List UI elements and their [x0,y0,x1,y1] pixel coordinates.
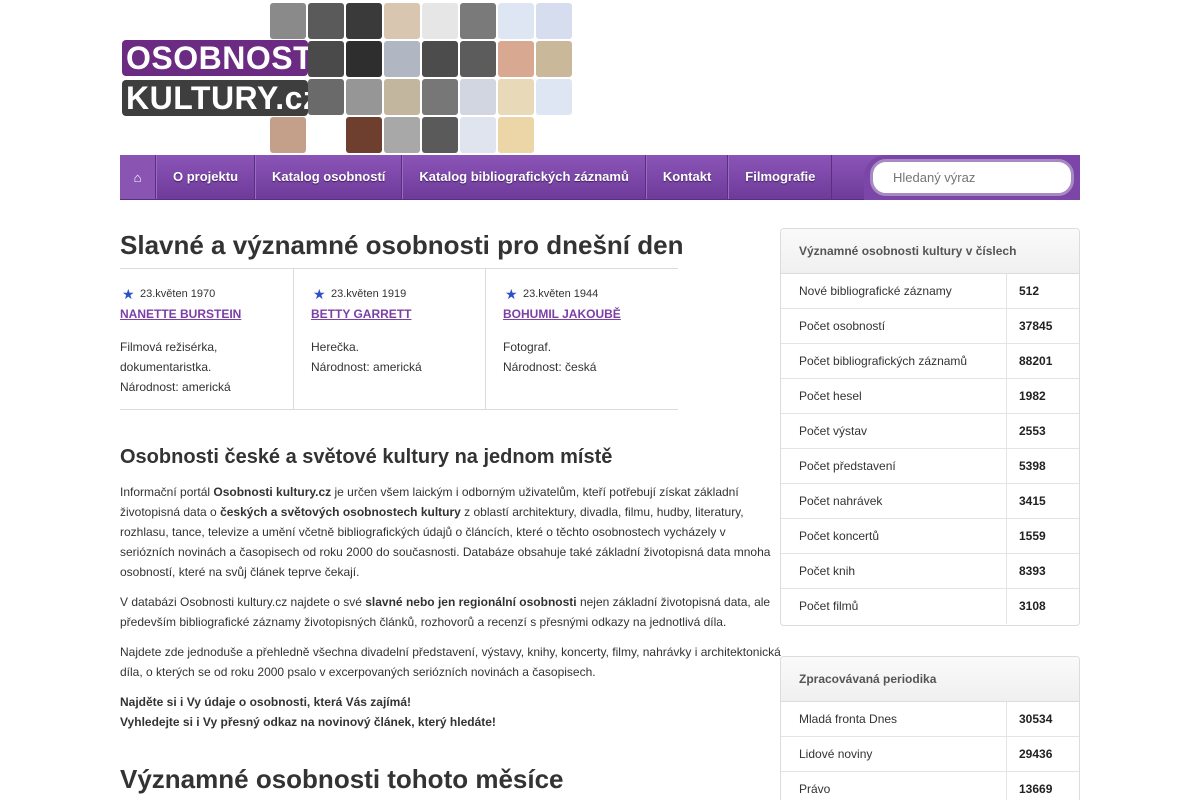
periodika-row: Právo 13669 [781,772,1079,800]
site-header: OSOBNOSTI KULTURY.cz [120,0,1080,155]
stats-row: Nové bibliografické záznamy 512 [781,274,1079,309]
stats-row: Počet hesel 1982 [781,379,1079,414]
search-input[interactable] [870,159,1074,196]
person-card: ★ 23.květen 1970 NANETTE BURSTEIN Filmová… [120,269,294,409]
person-name-link[interactable]: BETTY GARRETT [311,307,485,321]
page: OSOBNOSTI KULTURY.cz ⌂ O projektu Katalo… [0,0,1200,800]
main-content: Slavné a významné osobnosti pro dnešní d… [120,228,781,794]
nav-item-kontakt[interactable]: Kontakt [645,155,729,199]
logo-line-1: OSOBNOSTI [122,40,322,76]
nav-item-o-projektu[interactable]: O projektu [156,155,256,199]
section-title: Osobnosti české a světové kultury na jed… [120,446,613,468]
intro-paragraph-4: Najděte si i Vy údaje o osobnosti, která… [120,695,496,729]
person-description: Fotograf. Národnost: česká [503,340,597,374]
person-description: Filmová režisérka, dokumentaristka. Náro… [120,340,231,394]
stats-row: Počet výstav 2553 [781,414,1079,449]
intro-text: Informační portál Osobnosti kultury.cz j… [120,482,782,742]
page-title: Slavné a významné osobnosti pro dnešní d… [120,230,684,260]
intro-paragraph-3: Najdete zde jednoduše a přehledně všechn… [120,645,781,679]
person-name-link[interactable]: BOHUMIL JAKOUBĚ [503,307,678,321]
stats-row: Počet osobností 37845 [781,309,1079,344]
intro-paragraph-1: Informační portál Osobnosti kultury.cz j… [120,485,771,579]
search-area [864,155,1080,200]
logo-line-2: KULTURY.cz [122,80,319,116]
site-logo[interactable]: OSOBNOSTI KULTURY.cz [122,40,322,116]
stats-title: Významné osobnosti kultury v číslech [781,229,1079,274]
star-icon: ★ [313,285,326,302]
person-card: ★ 23.květen 1919 BETTY GARRETT Herečka. N… [294,269,486,409]
star-icon: ★ [122,285,135,302]
stats-row: Počet představení 5398 [781,449,1079,484]
nav-items: O projektu Katalog osobností Katalog bib… [156,155,833,199]
stats-row: Počet koncertů 1559 [781,519,1079,554]
person-date: 23.květen 1970 [140,288,216,300]
periodika-row: Mladá fronta Dnes 30534 [781,702,1079,737]
main-nav: ⌂ O projektu Katalog osobností Katalog b… [120,155,1080,200]
periodika-row: Lidové noviny 29436 [781,737,1079,772]
home-icon: ⌂ [133,169,142,185]
nav-item-katalog-osobnosti[interactable]: Katalog osobností [255,155,403,199]
periodika-title: Zpracovávaná periodika [781,657,1079,702]
stats-row: Počet nahrávek 3415 [781,484,1079,519]
periodika-box: Zpracovávaná periodika Mladá fronta Dnes… [780,656,1080,800]
month-section-title: Významné osobnosti tohoto měsíce [120,764,564,794]
person-description: Herečka. Národnost: americká [311,340,422,374]
nav-item-katalog-bibliografie[interactable]: Katalog bibliografických záznamů [402,155,646,199]
today-personalities: ★ 23.květen 1970 NANETTE BURSTEIN Filmová… [120,268,678,410]
nav-item-filmografie[interactable]: Filmografie [728,155,833,199]
stats-row: Počet knih 8393 [781,554,1079,589]
stats-row: Počet filmů 3108 [781,589,1079,624]
intro-paragraph-2: V databázi Osobnosti kultury.cz najdete … [120,595,771,629]
person-date: 23.květen 1919 [331,288,407,300]
nav-home[interactable]: ⌂ [120,155,156,199]
person-card: ★ 23.květen 1944 BOHUMIL JAKOUBĚ Fotograf… [486,269,678,409]
stats-box: Významné osobnosti kultury v číslech Nov… [780,228,1080,626]
person-name-link[interactable]: NANETTE BURSTEIN [120,307,293,321]
person-date: 23.květen 1944 [523,288,599,300]
stats-row: Počet bibliografických záznamů 88201 [781,344,1079,379]
star-icon: ★ [505,285,518,302]
